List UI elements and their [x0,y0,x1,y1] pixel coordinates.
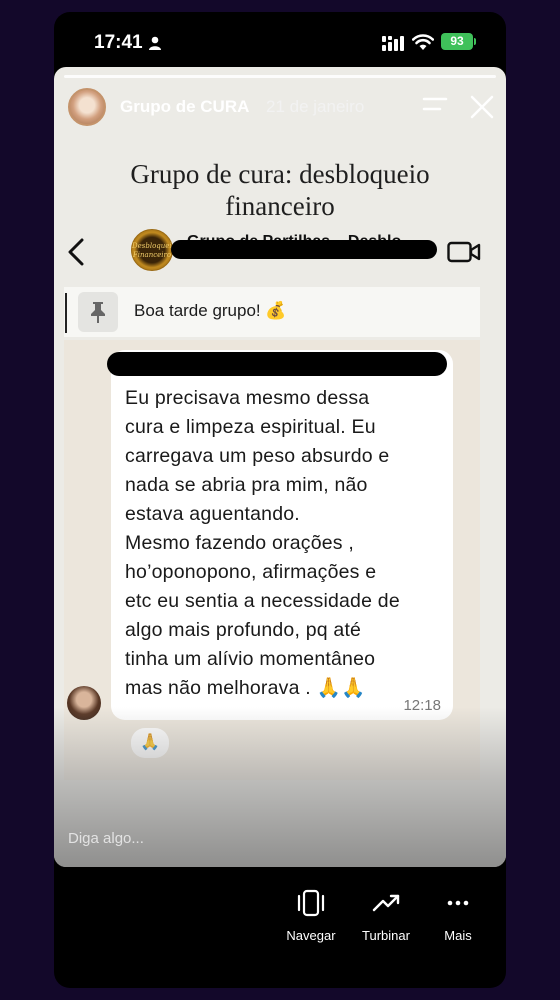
back-arrow-icon [68,238,84,266]
phone-screen: 17:41 93 Grupo de CURA 21 de janeiro Gru… [54,12,506,988]
story-author-avatar[interactable] [68,88,106,126]
boost-button[interactable]: Turbinar [351,882,421,943]
more-button[interactable]: Mais [423,882,493,943]
more-label: Mais [444,928,472,943]
story-title-line-1: Grupo de cura: desbloqueio [130,159,430,189]
story-progress-bar [64,75,496,78]
message-line: estava aguentando. [125,503,300,525]
reply-input[interactable]: Diga algo... [68,830,144,847]
menu-icon[interactable] [422,97,448,111]
message-line: tinha um alívio momentâneo [125,648,376,670]
story-title-line-2: financeiro [225,191,335,221]
group-logo-text: Desbloqueio [132,242,176,250]
close-icon[interactable] [470,95,494,119]
message-line: algo mais profundo, pq até [125,619,362,641]
more-dots-icon [447,900,469,906]
wifi-icon [412,34,434,50]
redaction-bar [171,240,437,259]
message-line: nada se abria pra mim, não [125,474,368,496]
pin-icon [91,302,105,323]
group-avatar: Desbloqueio Financeiro [131,229,176,271]
signal-icon [382,36,404,51]
status-bar: 17:41 93 [54,12,506,64]
battery-tip [474,38,476,45]
story-actions-bar: Navegar Turbinar Mais [54,882,506,982]
boost-label: Turbinar [362,928,410,943]
message-line: ho’oponopono, afirmações e [125,561,377,583]
story-title: Grupo de cura: desbloqueio financeiro [54,158,506,222]
message-line: cura e limpeza espiritual. Eu [125,416,376,438]
sender-redaction-bar [107,352,447,376]
clock: 17:41 [94,32,143,53]
story-date: 21 de janeiro [266,97,365,116]
person-icon [149,36,161,50]
pinned-indicator [65,293,67,333]
pinned-message: Boa tarde grupo! 💰 [64,287,480,337]
message-text: Eu precisava mesmo dessa cura e limpeza … [125,384,455,703]
message-line: Mesmo fazendo orações , [125,532,354,554]
message-line: carregava um peso absurdo e [125,445,390,467]
pinned-message-text: Boa tarde grupo! 💰 [134,301,287,320]
message-line: Eu precisava mesmo dessa [125,387,370,409]
story-author-name[interactable]: Grupo de CURA [120,97,249,117]
trending-up-icon [372,894,400,912]
message-bubble: Eu precisava mesmo dessa cura e limpeza … [107,350,455,720]
video-call-icon [447,241,481,263]
phone-frame-icon [297,889,325,917]
message-line: etc eu sentia a necessidade de [125,590,400,612]
group-logo-subtext: Financeiro [132,251,172,259]
battery-indicator: 93 [441,33,473,50]
story-card[interactable]: Grupo de CURA 21 de janeiro Grupo de cur… [54,67,506,867]
navigate-button[interactable]: Navegar [276,882,346,943]
navigate-label: Navegar [286,928,336,943]
